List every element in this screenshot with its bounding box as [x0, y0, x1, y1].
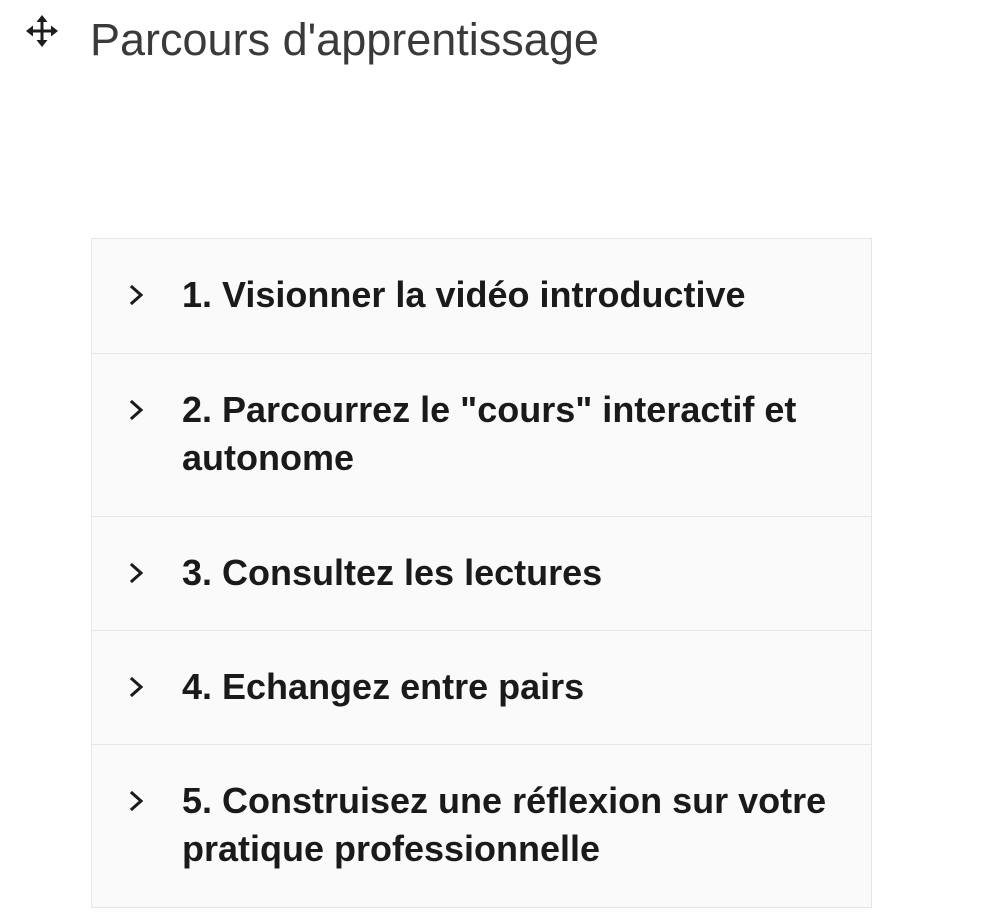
move-arrows-icon[interactable] [25, 14, 59, 48]
accordion-item-5[interactable]: 5. Construisez une réflexion sur votre p… [92, 744, 871, 907]
chevron-right-icon [129, 790, 144, 812]
block-header: Parcours d'apprentissage [0, 0, 990, 90]
accordion-item-label: 3. Consultez les lectures [182, 552, 603, 593]
accordion-item-label: 5. Construisez une réflexion sur votre p… [182, 780, 827, 869]
accordion-item-label: 1. Visionner la vidéo introductive [182, 274, 746, 315]
accordion-item-4[interactable]: 4. Echangez entre pairs [92, 630, 871, 744]
accordion-item-label: 4. Echangez entre pairs [182, 666, 585, 707]
chevron-right-icon [129, 676, 144, 698]
accordion-item-label: 2. Parcourrez le "cours" interactif et a… [182, 389, 797, 478]
chevron-right-icon [129, 562, 144, 584]
accordion-item-1[interactable]: 1. Visionner la vidéo introductive [92, 239, 871, 353]
page-title: Parcours d'apprentissage [90, 14, 599, 65]
accordion-item-3[interactable]: 3. Consultez les lectures [92, 516, 871, 630]
chevron-right-icon [129, 399, 144, 421]
learning-path-accordion: 1. Visionner la vidéo introductive 2. Pa… [91, 238, 872, 908]
chevron-right-icon [129, 284, 144, 306]
accordion-item-2[interactable]: 2. Parcourrez le "cours" interactif et a… [92, 353, 871, 516]
